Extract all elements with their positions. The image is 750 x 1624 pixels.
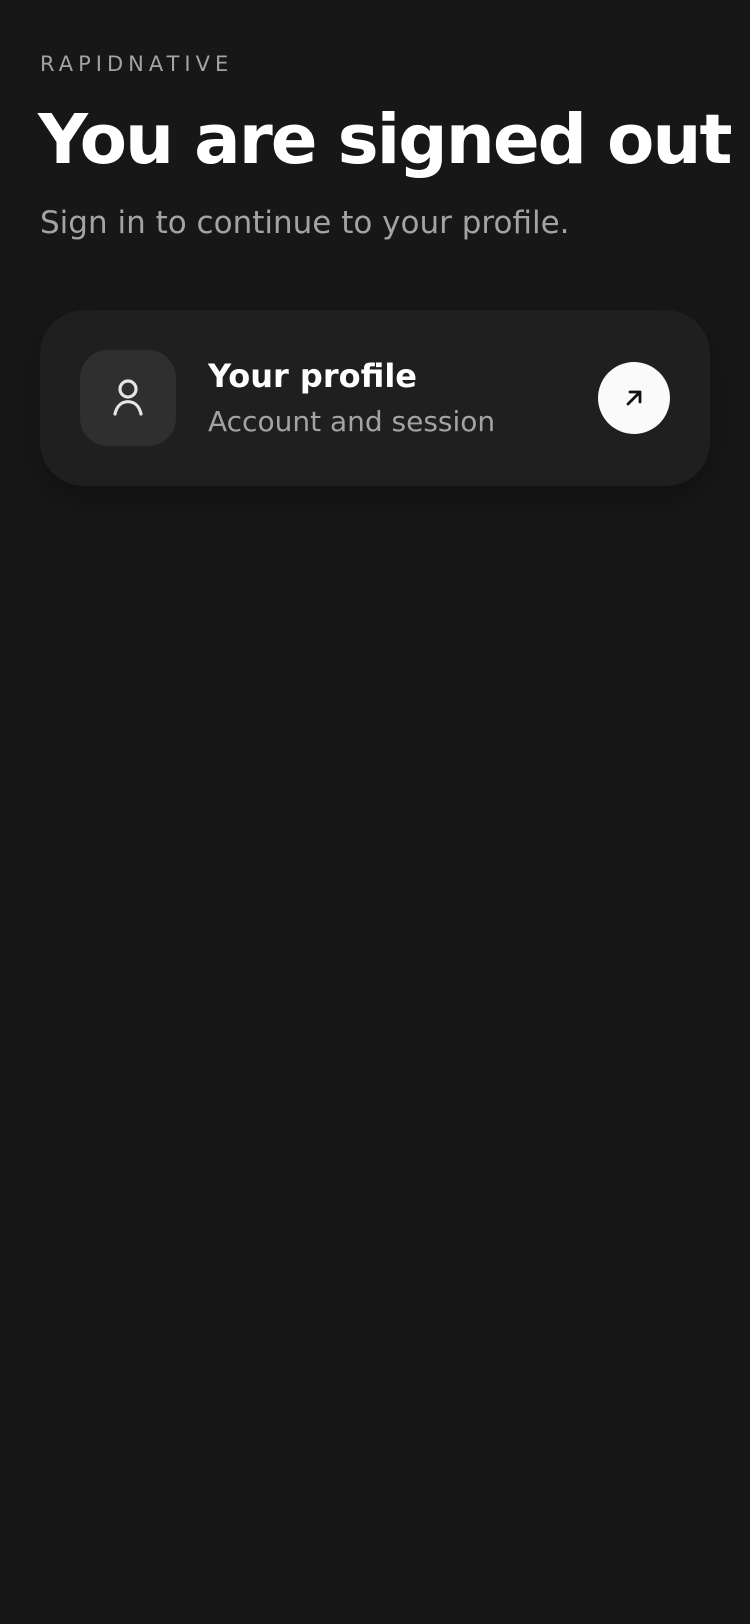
- brand-label: RAPIDNATIVE: [40, 52, 234, 76]
- page-subtitle: Sign in to continue to your profile.: [40, 205, 570, 241]
- signed-out-screen: RAPIDNATIVE You are signed out Sign in t…: [0, 0, 750, 1624]
- page-title: You are signed out: [38, 100, 733, 180]
- profile-card-title: Your profile: [208, 357, 417, 395]
- open-profile-button[interactable]: [598, 362, 670, 434]
- profile-card[interactable]: Your profile Account and session: [40, 310, 710, 486]
- arrow-up-right-icon: [626, 390, 642, 406]
- user-icon: [113, 379, 143, 416]
- profile-icon-tile: [80, 350, 176, 446]
- profile-card-subtitle: Account and session: [208, 405, 496, 438]
